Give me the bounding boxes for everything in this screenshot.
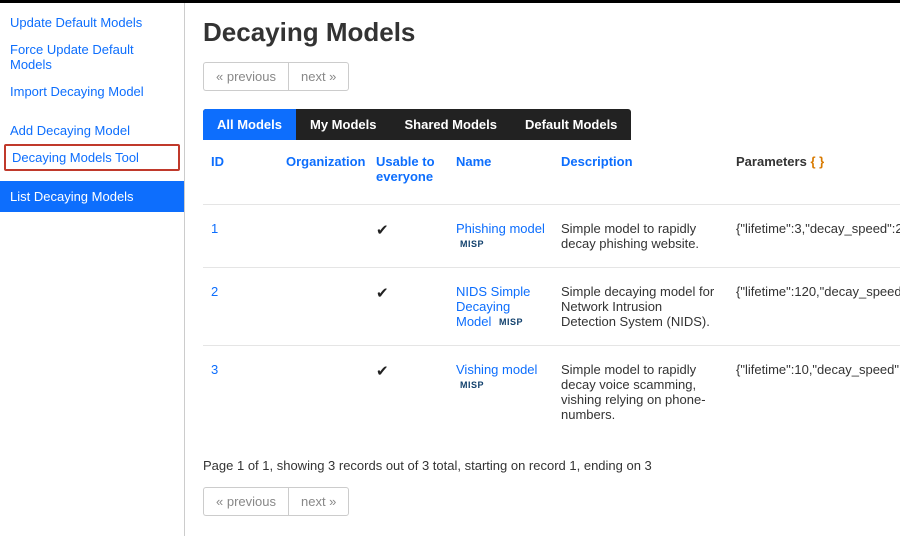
misp-badge: MISP bbox=[460, 239, 484, 249]
table-row: 1 ✔ Phishing model MISP Simple model to rap… bbox=[203, 205, 900, 268]
sidebar-link-tool-highlighted[interactable]: Decaying Models Tool bbox=[4, 144, 180, 171]
page-title: Decaying Models bbox=[203, 17, 900, 48]
tabs: All Models My Models Shared Models Defau… bbox=[203, 109, 631, 140]
records-summary: Page 1 of 1, showing 3 records out of 3 … bbox=[203, 458, 900, 473]
misp-badge: MISP bbox=[460, 380, 484, 390]
pager-prev-button-bottom[interactable]: « previous bbox=[203, 487, 288, 516]
models-table: ID Organization Usable to everyone Name … bbox=[203, 140, 900, 438]
table-header-row: ID Organization Usable to everyone Name … bbox=[203, 140, 900, 205]
sidebar-link-add-model[interactable]: Add Decaying Model bbox=[0, 117, 184, 144]
sidebar-link-force-update[interactable]: Force Update Default Models bbox=[0, 36, 184, 78]
row-org bbox=[278, 346, 368, 439]
th-parameters[interactable]: Parameters { } bbox=[728, 140, 900, 205]
th-description[interactable]: Description bbox=[553, 140, 728, 205]
check-icon: ✔ bbox=[376, 222, 389, 239]
braces-icon: { } bbox=[810, 154, 824, 169]
th-usable[interactable]: Usable to everyone bbox=[368, 140, 448, 205]
check-icon: ✔ bbox=[376, 285, 389, 302]
table-row: 3 ✔ Vishing model MISP Simple model to rapi… bbox=[203, 346, 900, 439]
row-description: Simple decaying model for Network Intrus… bbox=[553, 268, 728, 346]
sidebar-link-list-models[interactable]: List Decaying Models bbox=[0, 181, 184, 212]
row-name-link[interactable]: Phishing model bbox=[456, 221, 545, 236]
sidebar: Update Default Models Force Update Defau… bbox=[0, 3, 185, 536]
sidebar-link-import[interactable]: Import Decaying Model bbox=[0, 78, 184, 105]
row-org bbox=[278, 268, 368, 346]
tab-shared-models[interactable]: Shared Models bbox=[390, 109, 510, 140]
row-parameters: {"lifetime":120,"decay_speed":2.3,"thres… bbox=[728, 268, 900, 346]
table-row: 2✔NIDS Simple Decaying Model MISPSimple … bbox=[203, 268, 900, 346]
row-org bbox=[278, 205, 368, 268]
row-parameters: {"lifetime":3,"decay_speed":2.3,"thresho… bbox=[728, 205, 900, 268]
sidebar-link-tool-label: Decaying Models Tool bbox=[12, 150, 139, 165]
pager-bottom: « previousnext » bbox=[203, 487, 900, 516]
tab-all-models[interactable]: All Models bbox=[203, 109, 296, 140]
pager-prev-button[interactable]: « previous bbox=[203, 62, 288, 91]
tab-default-models[interactable]: Default Models bbox=[511, 109, 631, 140]
main-content: Decaying Models « previousnext » All Mod… bbox=[185, 3, 900, 536]
row-description: Simple model to rapidly decay voice scam… bbox=[553, 346, 728, 439]
sidebar-link-update-default[interactable]: Update Default Models bbox=[0, 9, 184, 36]
th-organization[interactable]: Organization bbox=[278, 140, 368, 205]
row-id-link[interactable]: 3 bbox=[211, 362, 218, 377]
check-icon: ✔ bbox=[376, 363, 389, 380]
row-id-link[interactable]: 1 bbox=[211, 221, 218, 236]
pager-next-button-bottom[interactable]: next » bbox=[288, 487, 349, 516]
pager-next-button[interactable]: next » bbox=[288, 62, 349, 91]
row-name-link[interactable]: Vishing model bbox=[456, 362, 537, 377]
th-name[interactable]: Name bbox=[448, 140, 553, 205]
row-parameters: {"lifetime":10,"decay_speed":2.3,"thresh… bbox=[728, 346, 900, 439]
row-id-link[interactable]: 2 bbox=[211, 284, 218, 299]
th-id[interactable]: ID bbox=[203, 140, 278, 205]
pager-top: « previousnext » bbox=[203, 62, 900, 91]
row-description: Simple model to rapidly decay phishing w… bbox=[553, 205, 728, 268]
th-parameters-label: Parameters bbox=[736, 154, 807, 169]
tab-my-models[interactable]: My Models bbox=[296, 109, 390, 140]
misp-badge: MISP bbox=[499, 317, 523, 327]
